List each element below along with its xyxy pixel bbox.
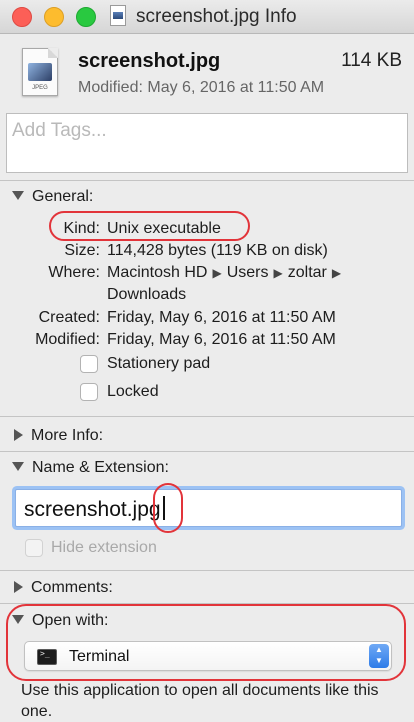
section-open-with-label: Open with: [32, 612, 109, 629]
disclosure-expanded-icon [12, 615, 24, 625]
created-value: Friday, May 6, 2016 at 11:50 AM [107, 309, 336, 326]
disclosure-collapsed-icon [14, 428, 23, 441]
name-extension-input[interactable]: screenshot.jpg [15, 489, 402, 527]
stationery-pad-checkbox[interactable] [80, 355, 98, 373]
disclosure-expanded-icon [12, 191, 24, 201]
section-open-with[interactable]: Open with: [12, 612, 108, 630]
where-value: Macintosh HD ▶ Users ▶ zoltar ▶ [107, 264, 346, 282]
file-name: screenshot.jpg [78, 50, 221, 72]
disclosure-collapsed-icon [14, 580, 23, 593]
path-volume: Macintosh HD [107, 264, 208, 281]
section-comments[interactable]: Comments: [12, 579, 113, 597]
hide-extension-label: Hide extension [51, 539, 157, 556]
path-chevron-icon: ▶ [212, 266, 222, 280]
created-label: Created: [38, 309, 100, 326]
where-value-continued: Downloads [107, 286, 187, 303]
section-comments-label: Comments: [31, 579, 113, 596]
tags-input[interactable]: Add Tags... [6, 113, 408, 173]
section-general-label: General: [32, 188, 94, 205]
kind-label: Kind: [63, 220, 100, 237]
window-title: screenshot.jpg Info [136, 6, 297, 27]
jpeg-document-icon[interactable]: JPEG [22, 48, 58, 96]
where-label: Where: [48, 264, 100, 281]
tags-placeholder: Add Tags... [12, 120, 107, 141]
path-chevron-icon: ▶ [331, 266, 342, 280]
modified-label: Modified: [35, 331, 100, 348]
path-chevron-icon: ▶ [273, 266, 283, 280]
section-more-info-label: More Info: [31, 427, 104, 444]
modified-value: Friday, May 6, 2016 at 11:50 AM [107, 331, 336, 348]
title-bar: screenshot.jpg Info [0, 0, 414, 34]
section-more-info[interactable]: More Info: [12, 427, 103, 445]
divider [0, 180, 414, 181]
zoom-button[interactable] [76, 7, 96, 27]
hide-extension-checkbox[interactable] [25, 539, 43, 557]
path-folder-users: Users [226, 264, 269, 281]
open-with-help-text: Use this application to open all documen… [21, 682, 379, 720]
text-cursor [162, 496, 165, 520]
name-extension-value: screenshot.jpg [24, 498, 161, 521]
open-with-selected-app: Terminal [69, 648, 130, 665]
terminal-icon [37, 649, 57, 665]
disclosure-expanded-icon [12, 462, 24, 472]
size-value: 114,428 bytes (119 KB on disk) [107, 242, 328, 259]
file-type-label: JPEG [32, 85, 48, 91]
section-name-extension-label: Name & Extension: [32, 459, 169, 476]
kind-value: Unix executable [107, 220, 221, 237]
locked-checkbox[interactable] [80, 383, 98, 401]
stationery-pad-label: Stationery pad [107, 355, 211, 372]
divider [0, 603, 414, 604]
file-size: 114 KB [341, 50, 402, 71]
size-label: Size: [64, 242, 100, 259]
divider [0, 416, 414, 417]
divider [0, 451, 414, 452]
section-name-extension[interactable]: Name & Extension: [12, 459, 169, 477]
minimize-button[interactable] [44, 7, 64, 27]
path-folder-zoltar: zoltar [287, 264, 327, 281]
section-general[interactable]: General: [12, 188, 93, 206]
popup-stepper-icon[interactable]: ▲ ▼ [369, 644, 389, 668]
open-with-popup[interactable]: Terminal ▲▼ [24, 641, 392, 671]
close-button[interactable] [12, 7, 32, 27]
locked-label: Locked [107, 383, 159, 400]
divider [0, 570, 414, 571]
jpeg-file-icon [110, 5, 126, 26]
file-modified: Modified: May 6, 2016 at 11:50 AM [78, 79, 325, 96]
